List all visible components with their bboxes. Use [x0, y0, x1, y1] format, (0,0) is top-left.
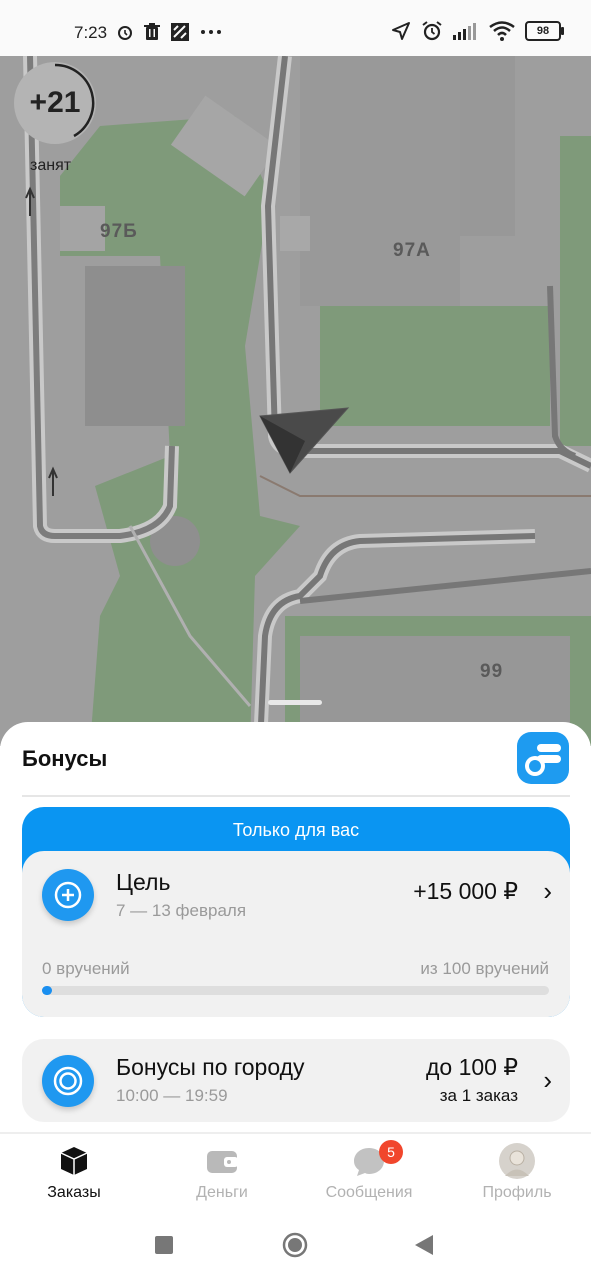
city-bonus-condition: за 1 заказ	[439, 1086, 518, 1105]
box-icon	[60, 1147, 88, 1175]
alarm-icon	[422, 21, 442, 41]
building-label: 97А	[393, 240, 431, 261]
back-button[interactable]	[415, 1235, 433, 1255]
target-ring-icon	[42, 1055, 94, 1107]
wifi-icon	[489, 21, 515, 41]
bonuses-sheet: Бонусы Только для вас Цель 7 — 13 феврал…	[0, 722, 591, 1280]
building-label: 99	[480, 661, 504, 682]
progress-total: из 100 вручений	[420, 959, 549, 978]
wallet-icon	[207, 1151, 238, 1173]
goal-progress-fill	[42, 986, 52, 995]
chevron-right-icon: ›	[543, 876, 552, 906]
goal-dates: 7 — 13 февраля	[116, 901, 247, 920]
city-bonus-hours: 10:00 — 19:59	[116, 1086, 228, 1105]
coins-stack-icon[interactable]	[517, 732, 569, 784]
goal-amount: +15 000 ₽	[413, 878, 518, 904]
city-bonus-title: Бонусы по городу	[116, 1054, 305, 1080]
map-view[interactable]: 97Б 97А 99	[0, 56, 591, 746]
status-time: 7:23	[74, 23, 108, 42]
tab-label: Сообщения	[325, 1184, 413, 1201]
tab-messages[interactable]: 5 Сообщения	[299, 1134, 439, 1210]
tab-label: Заказы	[47, 1184, 101, 1201]
unread-badge: 5	[379, 1140, 403, 1164]
divider	[22, 795, 570, 797]
battery-icon: 98	[525, 21, 564, 41]
tab-label: Деньги	[196, 1184, 248, 1201]
city-bonus-amount: до 100 ₽	[426, 1054, 518, 1080]
location-arrow-icon	[392, 22, 410, 40]
status-right-icons: 98	[391, 20, 564, 42]
earnings-value: +21	[29, 86, 81, 119]
tab-profile[interactable]: Профиль	[447, 1134, 587, 1210]
sheet-drag-handle[interactable]	[268, 700, 322, 705]
target-plus-icon	[42, 869, 94, 921]
chevron-right-icon: ›	[543, 1065, 552, 1095]
trash-icon	[144, 23, 160, 40]
status-left-icons	[116, 22, 222, 42]
signal-icon	[453, 23, 476, 40]
exclusive-offer-header: Только для вас	[232, 820, 360, 840]
alarm-icon	[118, 26, 132, 40]
bottom-tab-bar: Заказы Деньги 5 Сообщения Профиль	[0, 1134, 591, 1210]
map-canvas	[0, 56, 591, 746]
tab-orders[interactable]: Заказы	[4, 1134, 144, 1210]
sheet-title: Бонусы	[22, 746, 108, 771]
earnings-badge[interactable]: +21	[14, 62, 96, 144]
city-bonus-card[interactable]: Бонусы по городу 10:00 — 19:59 до 100 ₽ …	[22, 1039, 570, 1122]
system-navigation-bar	[0, 1208, 591, 1280]
goal-title: Цель	[116, 869, 171, 895]
building-label: 97Б	[100, 221, 138, 242]
avatar-icon	[499, 1143, 535, 1179]
driver-status: занят	[30, 157, 72, 174]
recent-apps-button[interactable]	[155, 1236, 173, 1254]
app-notification-icon	[171, 23, 189, 41]
progress-current: 0 вручений	[42, 959, 130, 978]
more-dots-icon	[201, 30, 221, 34]
status-bar: 7:23 98	[0, 0, 591, 56]
exclusive-offer-card[interactable]: Только для вас Цель 7 — 13 февраля +15 0…	[22, 807, 570, 1017]
tab-money[interactable]: Деньги	[152, 1134, 292, 1210]
home-button[interactable]	[282, 1232, 308, 1258]
goal-card[interactable]: Цель 7 — 13 февраля +15 000 ₽ › 0 вручен…	[22, 851, 570, 1017]
tab-label: Профиль	[482, 1184, 552, 1201]
goal-progress-bar	[42, 986, 549, 995]
